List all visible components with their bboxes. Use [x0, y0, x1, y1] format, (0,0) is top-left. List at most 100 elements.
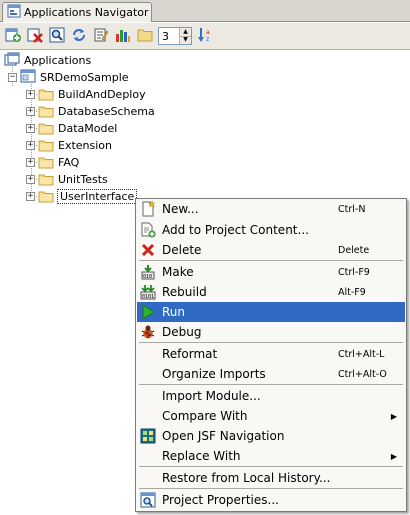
menu-item-label: Organize Imports: [162, 367, 266, 381]
sort-button[interactable]: a z: [196, 27, 214, 45]
rebuild-icon: 0101: [137, 284, 159, 300]
run-icon: [137, 304, 159, 320]
application-icon: [20, 69, 36, 86]
menu-item-label: Make: [162, 265, 194, 279]
menu-item-reformat[interactable]: Reformat Ctrl+Alt-L: [137, 344, 405, 364]
menu-separator: [139, 488, 403, 489]
find-button[interactable]: [48, 27, 66, 45]
menu-item-label: New...: [162, 202, 199, 216]
menu-item-restore-from-local-history[interactable]: Restore from Local History...: [137, 468, 405, 488]
menu-item-shortcut: Ctrl+Alt-L: [338, 348, 385, 360]
project-properties-icon: [137, 492, 159, 508]
menu-item-organize-imports[interactable]: Organize Imports Ctrl+Alt-O: [137, 364, 405, 384]
refresh-button[interactable]: [70, 27, 88, 45]
svg-text:0101: 0101: [142, 294, 154, 300]
menu-item-label: Delete: [162, 243, 202, 257]
menu-item-replace-with[interactable]: Replace With ▶: [137, 446, 405, 466]
applications-icon: [4, 52, 20, 69]
expand-toggle[interactable]: +: [26, 90, 35, 99]
level-stepper[interactable]: ▲ ▼: [158, 27, 192, 45]
tree-node-project[interactable]: + DataModel: [26, 120, 118, 137]
menu-item-label: Reformat: [162, 347, 218, 361]
tree-node-project[interactable]: + DatabaseSchema: [26, 103, 156, 120]
project-folder-icon: [38, 173, 54, 186]
menu-item-label: Run: [162, 305, 186, 319]
menu-item-rebuild[interactable]: 0101 Rebuild Alt-F9: [137, 282, 405, 302]
tab-strip: Applications Navigator: [0, 0, 410, 22]
level-input[interactable]: [159, 28, 179, 44]
debug-bug-icon: [137, 324, 159, 340]
menu-item-label: Rebuild: [162, 285, 207, 299]
tree-node-label: Extension: [58, 139, 113, 152]
open-folder-button[interactable]: [136, 27, 154, 45]
project-folder-icon: [38, 105, 54, 118]
tree-node-srdemosample[interactable]: − SRDemoSample: [8, 69, 130, 86]
stepper-up-arrow[interactable]: ▲: [180, 28, 191, 36]
tree-node-project[interactable]: + UserInterface: [26, 188, 138, 205]
expand-toggle[interactable]: +: [26, 141, 35, 150]
context-menu: New... Ctrl-N Add to Project Content... Del…: [135, 198, 407, 512]
tree-node-project[interactable]: + FAQ: [26, 154, 80, 171]
new-file-icon: [137, 201, 159, 217]
collapse-toggle[interactable]: −: [8, 73, 17, 82]
sort-az-icon: a z: [197, 27, 213, 46]
menu-item-label: Open JSF Navigation: [162, 429, 285, 443]
stepper-down-arrow[interactable]: ▼: [180, 35, 191, 45]
folder-icon: [137, 28, 153, 45]
expand-toggle[interactable]: +: [26, 107, 35, 116]
menu-separator: [139, 384, 403, 385]
menu-separator: [139, 342, 403, 343]
remove-button[interactable]: [26, 27, 44, 45]
expand-toggle[interactable]: +: [26, 192, 35, 201]
tree-root-label: Applications: [24, 54, 92, 67]
menu-item-new[interactable]: New... Ctrl-N: [137, 199, 405, 219]
bar-chart-icon: [115, 27, 131, 46]
tree-root-applications[interactable]: Applications: [4, 52, 92, 69]
menu-item-import-module[interactable]: Import Module...: [137, 386, 405, 406]
edit-properties-button[interactable]: [92, 27, 110, 45]
menu-item-compare-with[interactable]: Compare With ▶: [137, 406, 405, 426]
delete-x-icon: [137, 242, 159, 258]
menu-item-project-properties[interactable]: Project Properties...: [137, 490, 405, 510]
menu-item-shortcut: Ctrl-F9: [338, 266, 370, 278]
svg-text:a: a: [206, 29, 210, 36]
svg-text:z: z: [206, 36, 209, 43]
expand-toggle[interactable]: +: [26, 124, 35, 133]
menu-item-add-to-project-content[interactable]: Add to Project Content...: [137, 220, 405, 240]
tree-node-label: UnitTests: [58, 173, 108, 186]
tree-node-label: UserInterface: [57, 189, 138, 204]
navigator-toolbar: ▲ ▼ a z: [0, 23, 410, 50]
tree-node-label: BuildAndDeploy: [58, 88, 146, 101]
tree-node-label: DataModel: [58, 122, 118, 135]
svg-text:010: 010: [143, 274, 152, 280]
tree-node-project[interactable]: + BuildAndDeploy: [26, 86, 147, 103]
expand-toggle[interactable]: +: [26, 175, 35, 184]
project-folder-icon: [38, 122, 54, 135]
menu-item-shortcut: Ctrl-N: [338, 203, 366, 215]
tree-node-project[interactable]: + UnitTests: [26, 171, 109, 188]
project-folder-icon: [38, 190, 54, 203]
menu-item-label: Add to Project Content...: [162, 223, 309, 237]
applications-navigator-icon: [7, 4, 21, 21]
menu-item-label: Restore from Local History...: [162, 471, 331, 485]
menu-item-label: Compare With: [162, 409, 248, 423]
menu-item-delete[interactable]: Delete Delete: [137, 240, 405, 260]
menu-item-make[interactable]: 010 Make Ctrl-F9: [137, 262, 405, 282]
menu-item-shortcut: Delete: [338, 244, 370, 256]
submenu-arrow-icon: ▶: [390, 411, 397, 421]
project-folder-icon: [38, 156, 54, 169]
tree-node-label: FAQ: [58, 156, 80, 169]
menu-item-open-jsf-navigation[interactable]: Open JSF Navigation: [137, 426, 405, 446]
tab-applications-navigator[interactable]: Applications Navigator: [2, 2, 152, 22]
tree-node-project[interactable]: + Extension: [26, 137, 113, 154]
jsf-navigation-icon: [137, 428, 159, 444]
new-application-button[interactable]: [4, 27, 22, 45]
add-content-icon: [137, 222, 159, 238]
new-application-icon: [5, 27, 21, 46]
menu-item-debug[interactable]: Debug: [137, 322, 405, 342]
project-folder-icon: [38, 88, 54, 101]
menu-item-run[interactable]: Run: [137, 302, 405, 322]
statistics-button[interactable]: [114, 27, 132, 45]
menu-item-shortcut: Alt-F9: [338, 286, 366, 298]
expand-toggle[interactable]: +: [26, 158, 35, 167]
